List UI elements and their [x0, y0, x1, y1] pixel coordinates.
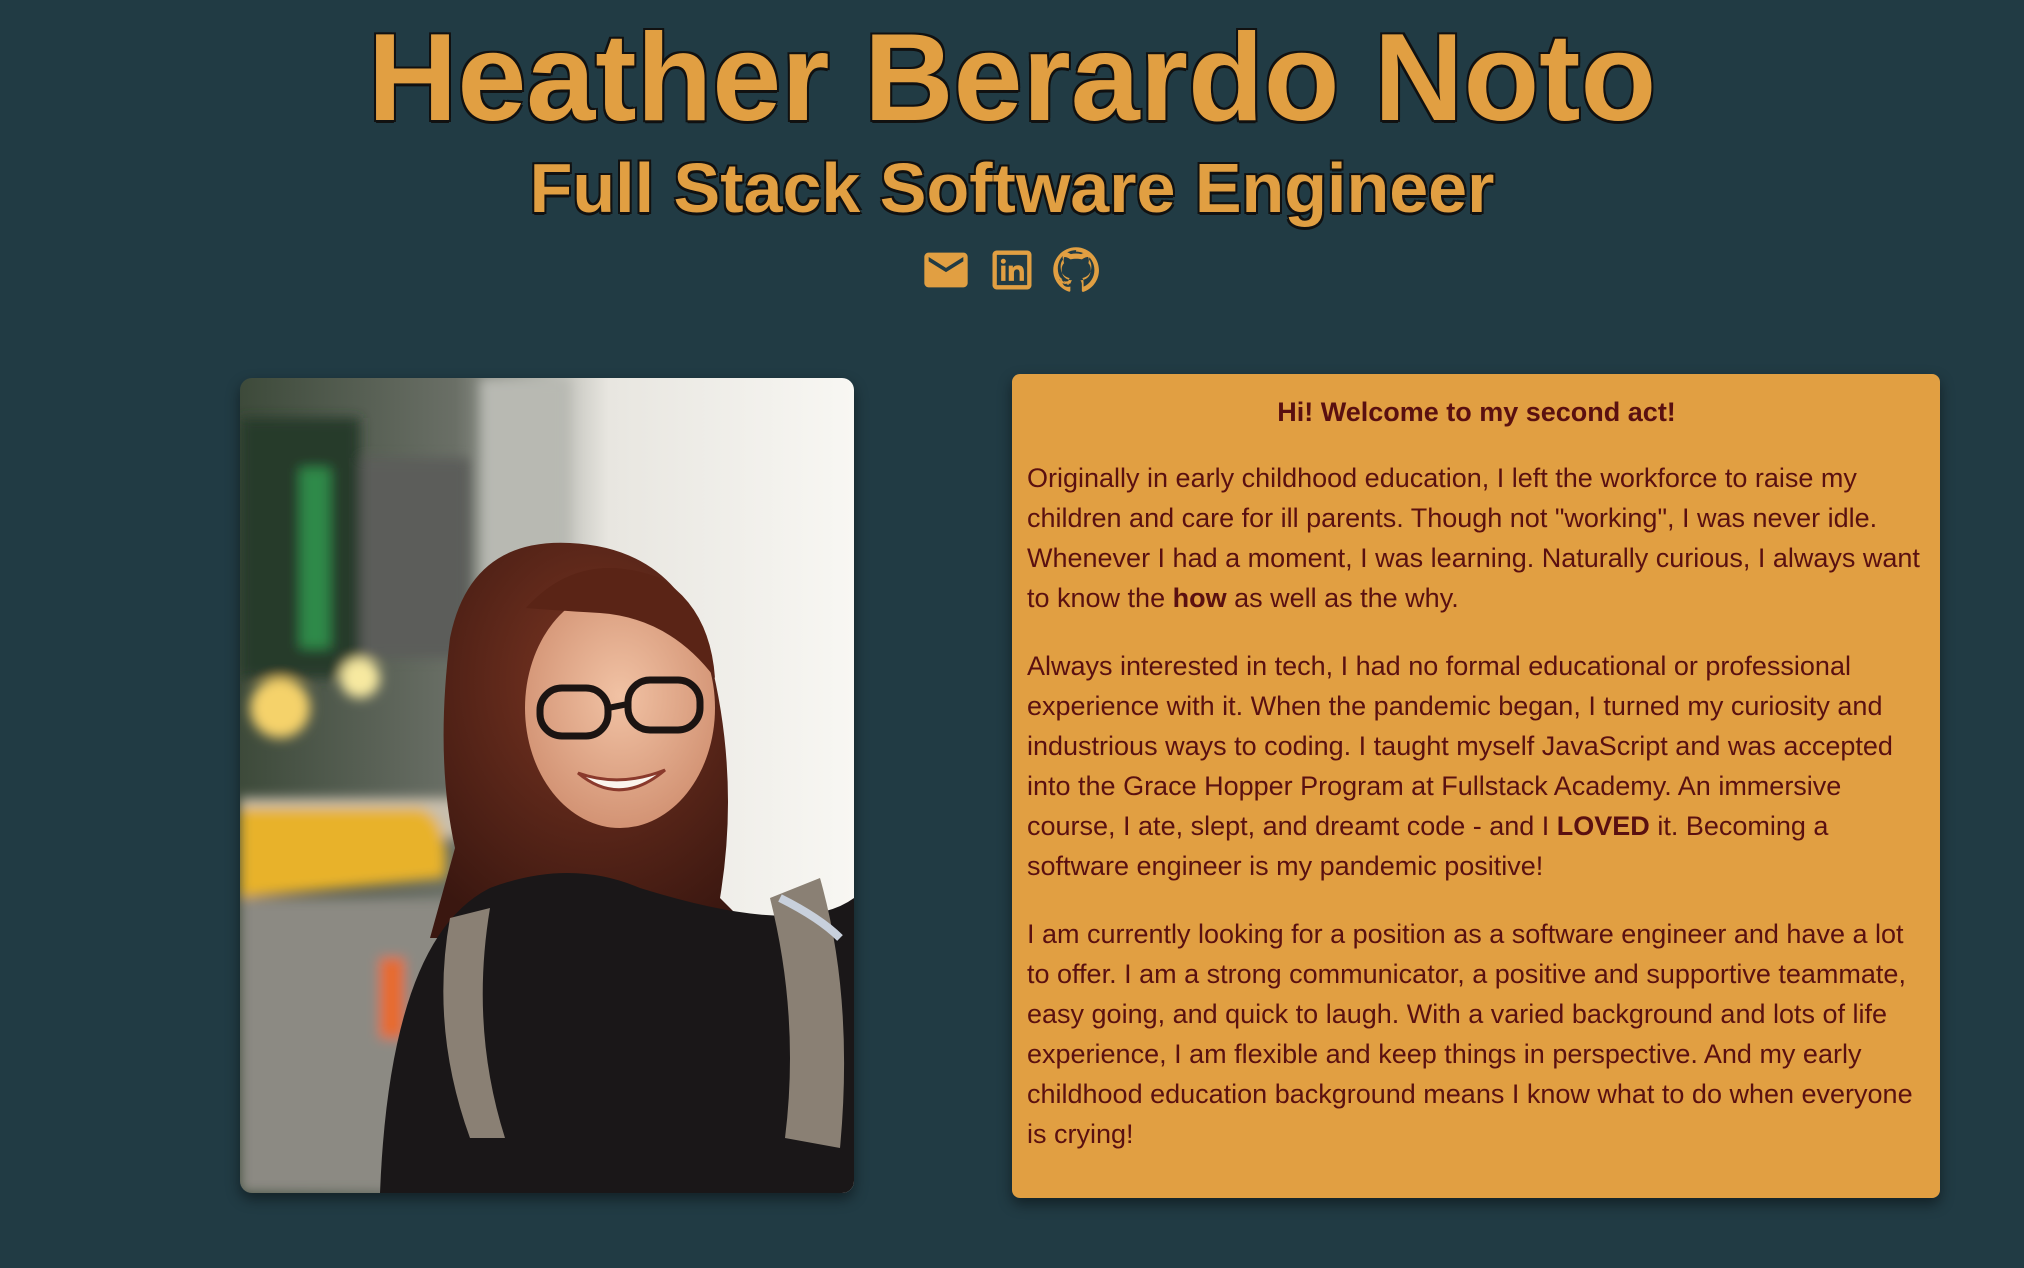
- github-icon: [1053, 247, 1099, 292]
- about-text: as well as the why.: [1226, 583, 1459, 613]
- portrait-image: [240, 378, 854, 1193]
- emphasis-how: how: [1172, 583, 1227, 613]
- about-text: Originally in early childhood education,…: [1027, 463, 1920, 613]
- about-card: Hi! Welcome to my second act! Originally…: [1012, 374, 1940, 1198]
- github-link[interactable]: [1050, 244, 1102, 296]
- linkedin-link[interactable]: [986, 244, 1038, 296]
- email-link[interactable]: [920, 244, 972, 296]
- social-links: [0, 244, 2024, 296]
- job-title: Full Stack Software Engineer: [529, 149, 1495, 227]
- about-paragraph-3: I am currently looking for a position as…: [1027, 919, 1913, 1149]
- profile-photo: [240, 378, 854, 1193]
- page-title: Heather Berardo Noto: [367, 9, 1657, 147]
- linkedin-icon: [992, 250, 1032, 290]
- about-title: Hi! Welcome to my second act!: [1277, 397, 1676, 427]
- about-paragraph-2: Always interested in tech, I had no form…: [1027, 646, 1926, 886]
- emphasis-loved: LOVED: [1556, 811, 1650, 841]
- email-icon: [924, 252, 968, 288]
- about-paragraph-1: Originally in early childhood education,…: [1027, 458, 1926, 618]
